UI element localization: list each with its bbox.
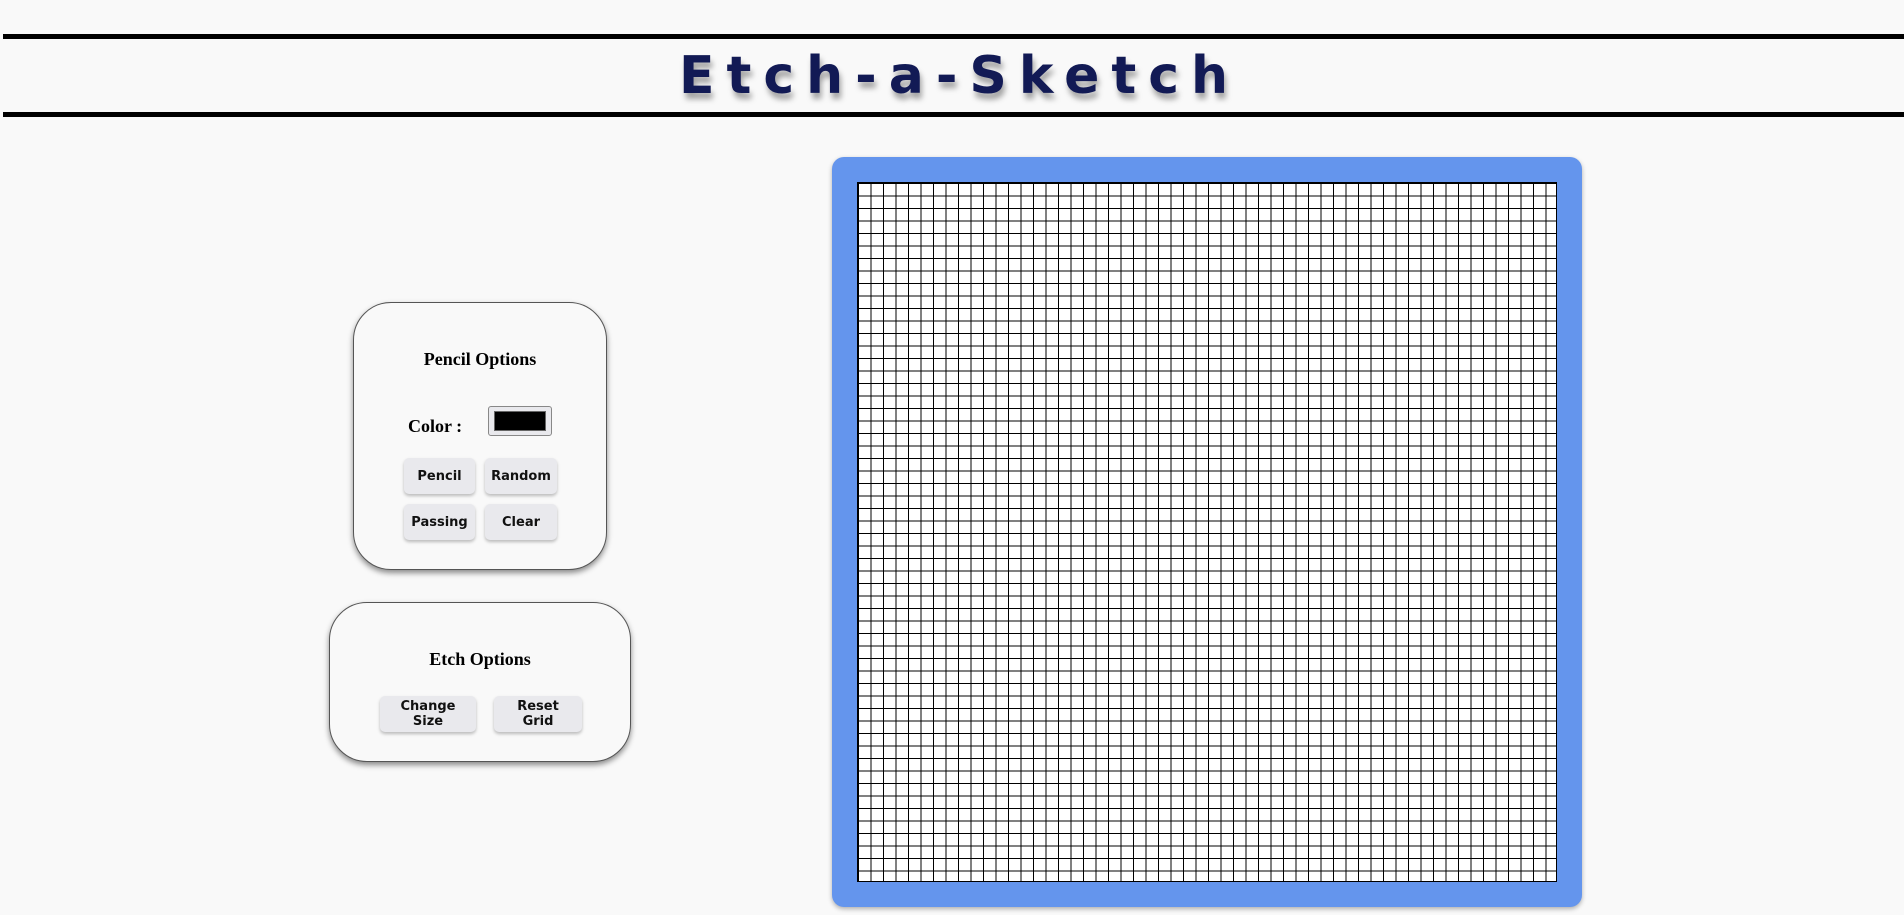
sketch-board bbox=[832, 157, 1582, 907]
etch-options-title: Etch Options bbox=[429, 649, 531, 669]
etch-options-panel: Etch Options Change Size Reset Grid bbox=[329, 602, 631, 762]
color-swatch bbox=[494, 411, 546, 431]
change-size-button[interactable]: Change Size bbox=[380, 696, 476, 732]
color-label: Color : bbox=[408, 416, 463, 436]
clear-button[interactable]: Clear bbox=[485, 504, 557, 540]
page-title: Etch-a-Sketch bbox=[678, 45, 1241, 106]
color-picker[interactable] bbox=[488, 406, 552, 436]
pencil-options-panel: Pencil Options Color : Pencil Random Pas… bbox=[353, 302, 607, 570]
pencil-button[interactable]: Pencil bbox=[404, 458, 475, 494]
sketch-grid[interactable] bbox=[857, 182, 1557, 882]
pencil-options-title: Pencil Options bbox=[423, 349, 537, 369]
passing-button[interactable]: Passing bbox=[404, 504, 475, 540]
reset-grid-button[interactable]: Reset Grid bbox=[494, 696, 582, 732]
random-button[interactable]: Random bbox=[485, 458, 557, 494]
page-header: Etch-a-Sketch bbox=[3, 34, 1904, 117]
